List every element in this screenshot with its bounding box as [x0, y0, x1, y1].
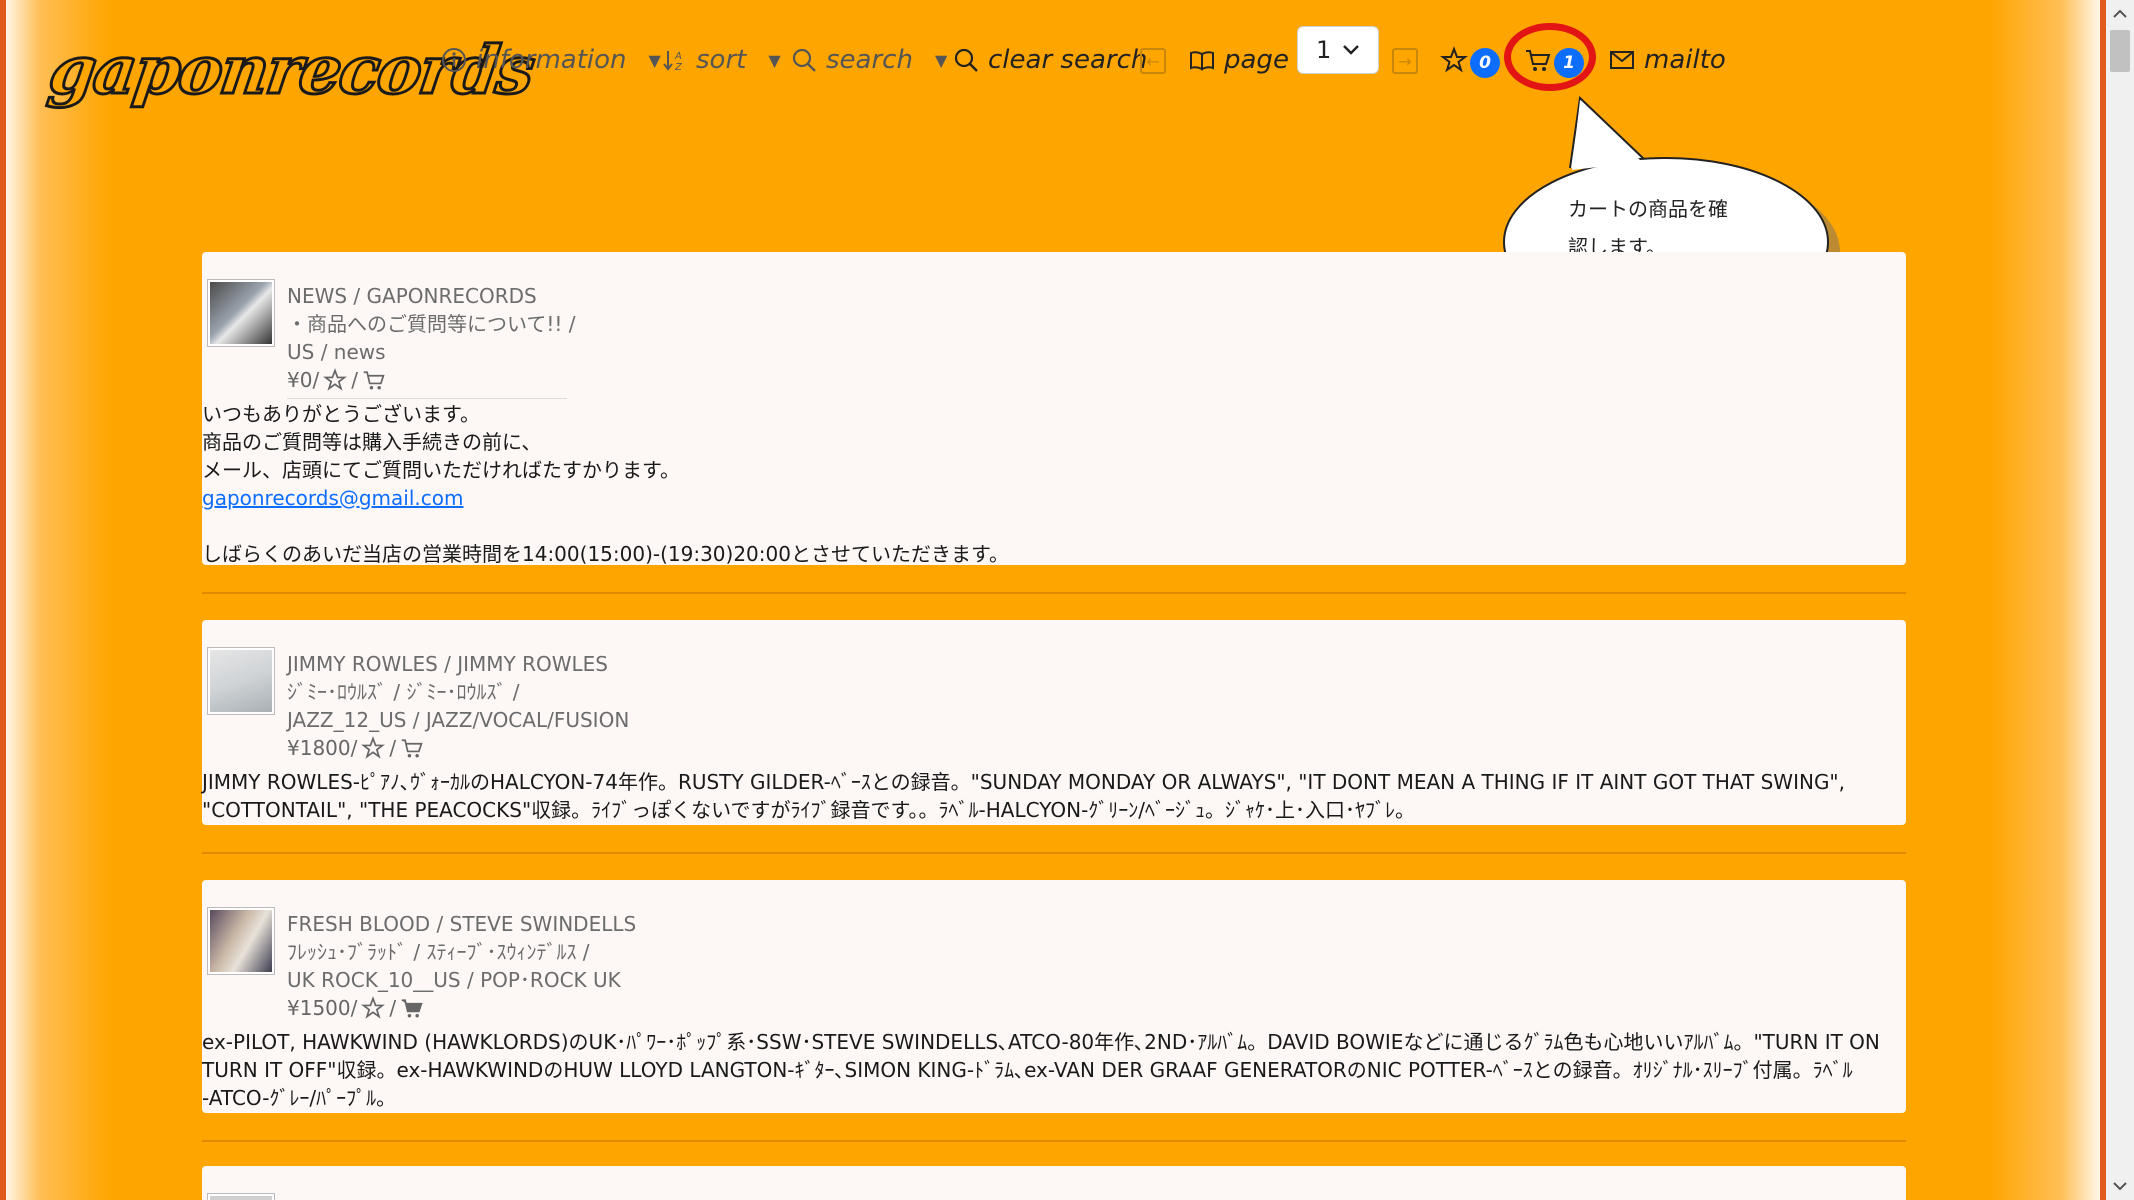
cart-icon[interactable] — [400, 996, 424, 1020]
product-price: ¥0/ — [287, 368, 320, 392]
search-dropdown[interactable]: search ▼ — [790, 38, 947, 82]
caret-down-icon: ▼ — [648, 50, 661, 70]
vertical-scrollbar[interactable] — [2106, 0, 2134, 1200]
callout-line-1: カートの商品を確 — [1568, 197, 1728, 221]
product-thumbnail[interactable] — [208, 908, 274, 974]
email-link[interactable]: gaponrecords@gmail.com — [202, 486, 463, 510]
card-separator — [202, 592, 1906, 594]
star-icon[interactable] — [361, 996, 386, 1020]
product-card-partial — [202, 1166, 1906, 1200]
sort-label: sort — [696, 45, 747, 75]
information-dropdown[interactable]: information ▼ — [440, 38, 661, 82]
caret-down-icon: ▼ — [934, 50, 948, 70]
product-thumbnail[interactable] — [208, 648, 274, 714]
page-label-item: page — [1188, 38, 1289, 82]
desc-line: ex-PILOT, HAWKWIND (HAWKLORDS)のUK･ﾊﾟﾜｰ･ﾎ… — [202, 1030, 1880, 1054]
info-icon — [442, 48, 466, 72]
product-thumbnail[interactable] — [208, 1194, 274, 1200]
product-price: ¥1800/ — [287, 736, 358, 760]
card-separator — [202, 852, 1906, 854]
star-icon — [1440, 46, 1468, 73]
mailto-link[interactable]: mailto — [1608, 38, 1726, 82]
product-description: ex-PILOT, HAWKWIND (HAWKLORDS)のUK･ﾊﾟﾜｰ･ﾎ… — [202, 1028, 1902, 1112]
desc-line: TURN IT OFF"収録。ex-HAWKWINDのHUW LLOYD LAN… — [202, 1058, 1853, 1082]
product-title[interactable]: FRESH BLOOD / STEVE SWINDELLS — [287, 910, 636, 938]
cart-icon[interactable] — [362, 368, 386, 392]
product-card: NEWS / GAPONRECORDS ・商品へのご質問等について!! / US… — [202, 252, 1906, 568]
desc-line: -ATCO-ｸﾞﾚｰ/ﾊﾟｰﾌﾟﾙ。 — [202, 1086, 397, 1110]
product-price-row: ¥1500/ / — [287, 994, 636, 1022]
star-icon[interactable] — [323, 368, 348, 392]
product-meta: JIMMY ROWLES / JIMMY ROWLES ｼﾞﾐｰ･ﾛｳﾙｽﾞ /… — [287, 650, 629, 762]
cart-icon[interactable] — [400, 736, 424, 760]
page-label: page — [1224, 45, 1289, 75]
svg-text:Z: Z — [674, 62, 683, 73]
book-icon — [1190, 51, 1214, 71]
product-description: いつもありがとうございます。 商品のご質問等は購入手続きの前に、 メール、店頭に… — [202, 400, 1902, 568]
scrollbar-thumb[interactable] — [2110, 30, 2130, 72]
page-select[interactable]: 1 — [1297, 26, 1379, 74]
sort-dropdown[interactable]: AZ sort ▼ — [660, 38, 781, 82]
information-label: information — [476, 45, 627, 75]
arrow-right-icon: → — [1398, 51, 1412, 71]
envelope-icon — [1610, 51, 1634, 69]
page: gaponrecords information ▼ AZ sort ▼ sea… — [0, 0, 2106, 1200]
business-hours-text: しばらくのあいだ当店の営業時間を14:00(15:00)-(19:30)20:0… — [202, 542, 1009, 566]
product-meta: FRESH BLOOD / STEVE SWINDELLS ﾌﾚｯｼｭ･ﾌﾞﾗｯ… — [287, 910, 636, 1022]
chevron-down-icon — [1343, 45, 1360, 55]
product-price-row: ¥1800/ / — [287, 734, 629, 762]
favorites-button[interactable] — [1440, 38, 1468, 82]
mailto-label: mailto — [1644, 45, 1726, 75]
prev-page-button[interactable]: ← — [1140, 48, 1166, 74]
card-separator — [202, 1140, 1906, 1142]
product-kana: ﾌﾚｯｼｭ･ﾌﾞﾗｯﾄﾞ / ｽﾃｨｰﾌﾞ･ｽｳｨﾝﾃﾞﾙｽ / — [287, 940, 590, 964]
product-title[interactable]: JIMMY ROWLES / JIMMY ROWLES — [287, 650, 629, 678]
product-category: US / news — [287, 340, 386, 364]
scroll-up-arrow[interactable] — [2106, 0, 2134, 28]
product-kana: ・商品へのご質問等について!! / — [287, 312, 576, 336]
chevron-down-icon — [2113, 1182, 2127, 1191]
product-thumbnail[interactable] — [208, 280, 274, 346]
product-category: UK ROCK_10__US / POP･ROCK UK — [287, 968, 621, 992]
product-kana: ｼﾞﾐｰ･ﾛｳﾙｽﾞ / ｼﾞﾐｰ･ﾛｳﾙｽﾞ / — [287, 680, 520, 704]
desc-line: JIMMY ROWLES-ﾋﾟｱﾉ､ｳﾞｫｰｶﾙのHALCYON-74年作。RU… — [202, 770, 1845, 794]
favorites-count-badge: 0 — [1470, 48, 1500, 78]
desc-line: "COTTONTAIL", "THE PEACOCKS"収録。ﾗｲﾌﾞっぽくない… — [202, 798, 1416, 822]
page-select-value: 1 — [1316, 36, 1332, 64]
search-label: search — [826, 45, 913, 75]
next-page-button[interactable]: → — [1392, 48, 1418, 74]
star-icon[interactable] — [361, 736, 386, 760]
window-edge-left — [0, 0, 6, 1200]
scroll-down-arrow[interactable] — [2106, 1172, 2134, 1200]
search-icon — [792, 48, 816, 72]
product-meta: NEWS / GAPONRECORDS ・商品へのご質問等について!! / US… — [287, 282, 576, 394]
cart-highlight-circle — [1504, 23, 1596, 91]
clear-search-label: clear search — [988, 45, 1148, 75]
product-title[interactable]: NEWS / GAPONRECORDS — [287, 282, 576, 310]
chevron-up-icon — [2113, 9, 2127, 18]
sort-icon: AZ — [663, 51, 683, 73]
product-price: ¥1500/ — [287, 996, 358, 1020]
clear-search-button[interactable]: clear search — [952, 38, 1147, 82]
desc-line: 商品のご質問等は購入手続きの前に、 — [202, 430, 542, 454]
product-description: JIMMY ROWLES-ﾋﾟｱﾉ､ｳﾞｫｰｶﾙのHALCYON-74年作。RU… — [202, 768, 1902, 824]
desc-line: いつもありがとうございます。 — [202, 402, 480, 426]
search-icon — [954, 48, 978, 72]
caret-down-icon: ▼ — [768, 50, 781, 70]
product-card: FRESH BLOOD / STEVE SWINDELLS ﾌﾚｯｼｭ･ﾌﾞﾗｯ… — [202, 880, 1906, 1113]
svg-text:A: A — [674, 51, 682, 62]
product-price-row: ¥0/ / — [287, 366, 576, 394]
product-card: JIMMY ROWLES / JIMMY ROWLES ｼﾞﾐｰ･ﾛｳﾙｽﾞ /… — [202, 620, 1906, 825]
product-category: JAZZ_12_US / JAZZ/VOCAL/FUSION — [287, 708, 630, 732]
desc-line: メール、店頭にてご質問いただければたすかります。 — [202, 458, 680, 482]
meta-divider — [287, 398, 567, 399]
arrow-left-icon: ← — [1146, 51, 1160, 71]
site-logo[interactable]: gaponrecords — [43, 20, 539, 120]
